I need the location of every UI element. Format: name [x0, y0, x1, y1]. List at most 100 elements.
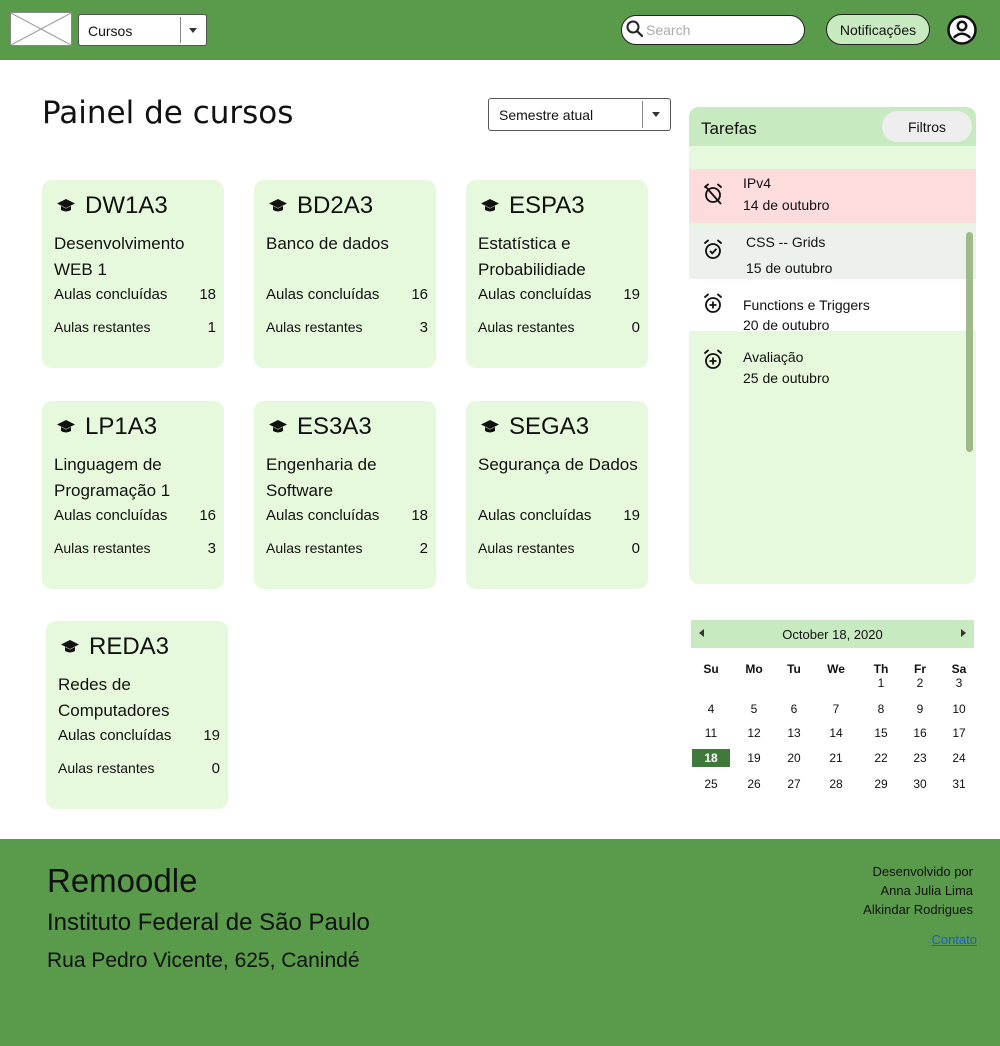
calendar-day[interactable]: 18 — [692, 749, 730, 767]
calendar-day[interactable]: 11 — [695, 724, 727, 742]
course-name: Redes de Computadores — [58, 675, 170, 720]
tasks-scrollbar[interactable] — [966, 232, 973, 452]
course-card[interactable]: DW1A3 Desenvolvimento WEB 1 Aulas conclu… — [42, 180, 224, 368]
semester-select[interactable]: Semestre atual — [488, 98, 671, 131]
weekday-label: Tu — [787, 662, 801, 676]
user-account-icon[interactable] — [946, 14, 978, 51]
tasks-panel: Tarefas Filtros IPv4 14 de outubro CSS -… — [689, 107, 976, 584]
calendar-day[interactable]: 29 — [865, 775, 897, 793]
alarm-off-icon — [702, 183, 724, 210]
footer-institution: Instituto Federal de São Paulo — [47, 909, 370, 936]
calendar-day[interactable]: 16 — [904, 724, 936, 742]
calendar-day[interactable]: 8 — [865, 700, 897, 718]
task-item[interactable]: CSS -- Grids 15 de outubro — [689, 225, 976, 279]
search-box[interactable] — [621, 15, 805, 45]
remaining-count: 0 — [631, 319, 640, 336]
notifications-button[interactable]: Notificações — [826, 14, 930, 45]
alarm-check-icon — [702, 239, 724, 266]
calendar-day[interactable]: 3 — [943, 674, 975, 692]
remaining-label: Aulas restantes — [58, 760, 155, 776]
credits-label: Desenvolvido por — [872, 864, 973, 879]
course-code: ES3A3 — [297, 413, 372, 440]
calendar-day[interactable]: 10 — [943, 700, 975, 718]
graduation-cap-icon — [57, 420, 75, 433]
course-code: REDA3 — [89, 633, 170, 660]
course-select-value: Cursos — [88, 23, 133, 39]
course-select[interactable]: Cursos — [78, 14, 207, 46]
calendar-day[interactable]: 21 — [820, 749, 852, 767]
footer-credits: Desenvolvido por Anna Julia Lima Alkinda… — [863, 862, 973, 919]
calendar-day[interactable]: 30 — [904, 775, 936, 793]
remaining-count: 3 — [419, 319, 428, 336]
remaining-label: Aulas restantes — [266, 319, 363, 335]
calendar-day[interactable]: 9 — [904, 700, 936, 718]
course-card[interactable]: ES3A3 Engenharia de Software Aulas concl… — [254, 401, 436, 589]
chevron-down-icon[interactable] — [180, 17, 204, 43]
semester-select-value: Semestre atual — [499, 107, 594, 123]
search-icon — [626, 20, 644, 43]
graduation-cap-icon — [269, 420, 287, 433]
graduation-cap-icon — [61, 640, 79, 653]
course-card[interactable]: SEGA3 Segurança de Dados Aulas concluída… — [466, 401, 648, 589]
calendar-day[interactable]: 24 — [943, 749, 975, 767]
calendar-day[interactable]: 26 — [738, 775, 770, 793]
task-item[interactable]: Functions e Triggers 20 de outubro — [689, 279, 976, 333]
course-card[interactable]: LP1A3 Linguagem de Programação 1 Aulas c… — [42, 401, 224, 589]
weekday-label: We — [827, 662, 845, 676]
calendar-day[interactable]: 25 — [695, 775, 727, 793]
tasks-title: Tarefas — [701, 119, 757, 138]
course-name: Segurança de Dados — [478, 455, 638, 474]
graduation-cap-icon — [481, 420, 499, 433]
calendar-day[interactable]: 20 — [778, 749, 810, 767]
calendar-day[interactable]: 13 — [778, 724, 810, 742]
course-code: SEGA3 — [509, 413, 590, 440]
course-name: Banco de dados — [266, 234, 389, 253]
calendar-day[interactable]: 22 — [865, 749, 897, 767]
completed-count: 18 — [411, 507, 428, 524]
calendar-day[interactable]: 28 — [820, 775, 852, 793]
course-card[interactable]: BD2A3 Banco de dados Aulas concluídas 16 … — [254, 180, 436, 368]
calendar-day[interactable]: 23 — [904, 749, 936, 767]
graduation-cap-icon — [57, 199, 75, 212]
calendar-day[interactable]: 7 — [820, 700, 852, 718]
remaining-count: 3 — [207, 540, 216, 557]
search-input[interactable] — [646, 20, 796, 40]
remaining-label: Aulas restantes — [266, 540, 363, 556]
calendar-day[interactable]: 14 — [820, 724, 852, 742]
calendar-day[interactable]: 6 — [778, 700, 810, 718]
calendar-day[interactable]: 12 — [738, 724, 770, 742]
chevron-right-icon[interactable] — [961, 629, 966, 637]
calendar-day[interactable]: 5 — [738, 700, 770, 718]
calendar-day[interactable]: 17 — [943, 724, 975, 742]
footer: Remoodle Instituto Federal de São Paulo … — [0, 839, 1000, 1046]
calendar-title: October 18, 2020 — [782, 627, 883, 642]
tasks-header: Tarefas Filtros — [689, 107, 976, 146]
weekday-label: Mo — [745, 662, 763, 676]
calendar-day[interactable]: 15 — [865, 724, 897, 742]
task-item[interactable]: Avaliação 25 de outubro — [689, 331, 976, 391]
course-name: Engenharia de Software — [266, 455, 377, 500]
chevron-down-icon[interactable] — [642, 101, 668, 128]
footer-brand: Remoodle — [47, 862, 198, 899]
filters-button[interactable]: Filtros — [882, 111, 972, 142]
contact-link[interactable]: Contato — [931, 932, 977, 947]
course-card[interactable]: ESPA3 Estatística e Probabilidiade Aulas… — [466, 180, 648, 368]
completed-count: 19 — [623, 286, 640, 303]
task-item[interactable]: IPv4 14 de outubro — [689, 169, 976, 223]
calendar-day[interactable]: 2 — [904, 674, 936, 692]
calendar-day[interactable]: 1 — [865, 674, 897, 692]
completed-label: Aulas concluídas — [54, 286, 168, 303]
calendar-day[interactable]: 31 — [943, 775, 975, 793]
top-bar: Cursos Notificações — [0, 0, 1000, 60]
logo-placeholder-icon[interactable] — [10, 12, 72, 46]
course-card[interactable]: REDA3 Redes de Computadores Aulas conclu… — [46, 621, 228, 809]
calendar-day[interactable]: 27 — [778, 775, 810, 793]
completed-count: 16 — [199, 507, 216, 524]
course-code: ESPA3 — [509, 192, 585, 219]
calendar-day[interactable]: 4 — [695, 700, 727, 718]
calendar-day[interactable]: 19 — [738, 749, 770, 767]
completed-label: Aulas concluídas — [54, 507, 168, 524]
completed-count: 16 — [411, 286, 428, 303]
completed-label: Aulas concluídas — [266, 507, 380, 524]
completed-count: 19 — [623, 507, 640, 524]
